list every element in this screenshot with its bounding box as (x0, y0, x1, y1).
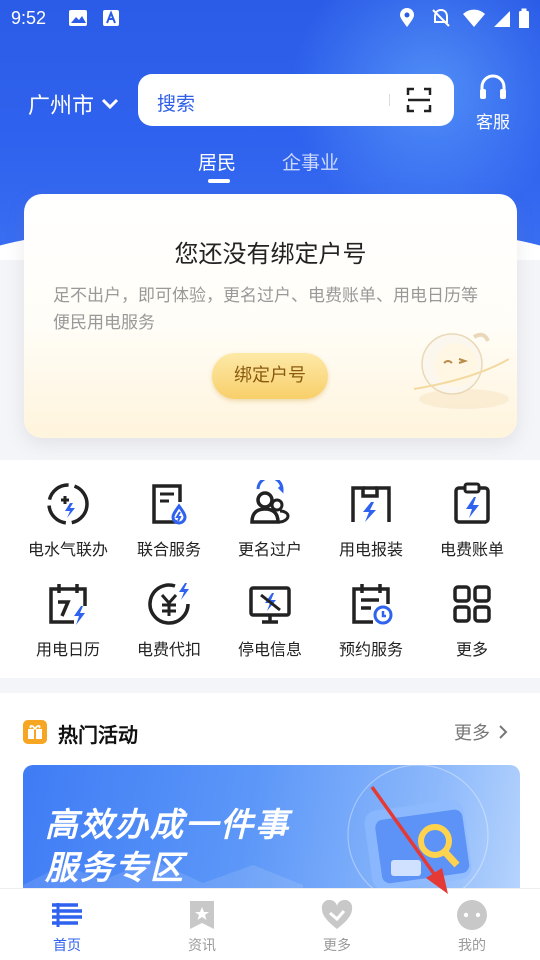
tab-label: 首页 (53, 938, 81, 954)
more-heart-icon (321, 899, 353, 929)
service-label: 联合服务 (136, 540, 201, 559)
section-title: 热门活动 (58, 723, 138, 747)
search-placeholder: 搜索 (157, 93, 196, 115)
see-more-link[interactable]: 更多 (454, 719, 508, 745)
status-bar: 9:52 (0, 0, 540, 36)
customer-service-button[interactable]: 客服 (474, 74, 512, 133)
customer-service-label: 客服 (476, 113, 510, 133)
bottom-tab-bar: 首页 资讯 更多 我的 (0, 888, 540, 960)
chevron-down-icon (101, 98, 119, 110)
service-outage-info[interactable]: 停电信息 (220, 580, 320, 660)
yuan-deduct-icon (148, 583, 190, 625)
service-label: 用电报装 (338, 540, 403, 559)
gift-icon (23, 720, 47, 744)
service-calendar[interactable]: 用电日历 (18, 580, 118, 660)
status-time: 9:52 (11, 8, 47, 28)
joint-service-icon (152, 484, 187, 525)
search-input[interactable]: 搜索 (138, 74, 454, 126)
activity-banner[interactable]: 高效办成一件事 服务专区 (23, 765, 520, 905)
tab-label: 更多 (323, 938, 351, 954)
active-tab-indicator (208, 179, 230, 183)
app-screen: 9:52 广州市 搜索 客服 居民 企事业 您还没有绑定户号 足不出户，即可体验… (0, 0, 540, 960)
water-gas-electric-icon (47, 483, 89, 525)
grid-more-icon (453, 585, 491, 623)
tab-label: 资讯 (188, 938, 216, 954)
service-joint[interactable]: 联合服务 (119, 480, 219, 560)
app-notification-icon (103, 10, 119, 26)
bind-account-button[interactable]: 绑定户号 (212, 353, 328, 399)
service-label: 电水气联办 (27, 540, 108, 559)
calendar-icon (49, 584, 87, 625)
service-label: 电费账单 (439, 540, 504, 559)
service-grid: 电水气联办 联合服务 更名过户 用电报装 电费账单 用电日历 电费代扣 停电信息… (0, 460, 540, 678)
service-power-install[interactable]: 用电报装 (321, 480, 421, 560)
profile-icon (457, 900, 487, 930)
bind-card-title: 您还没有绑定户号 (174, 240, 367, 268)
outage-monitor-icon (249, 586, 291, 624)
tab-news[interactable]: 资讯 (157, 889, 247, 955)
city-selector[interactable]: 广州市 (28, 88, 120, 120)
see-more-label: 更多 (454, 723, 490, 744)
service-auto-deduct[interactable]: 电费代扣 (119, 580, 219, 660)
service-water-gas-electric[interactable]: 电水气联办 (18, 480, 118, 560)
city-label: 广州市 (28, 94, 95, 119)
service-label: 更名过户 (237, 540, 302, 559)
scan-icon[interactable] (406, 87, 432, 113)
tab-profile[interactable]: 我的 (427, 889, 517, 955)
chevron-right-icon (499, 725, 508, 739)
service-more[interactable]: 更多 (422, 580, 522, 660)
appointment-icon (352, 584, 393, 625)
service-label: 停电信息 (237, 640, 302, 659)
banner-title-line1: 高效办成一件事 (45, 805, 290, 844)
location-icon (400, 8, 414, 27)
bind-account-card: 您还没有绑定户号 足不出户，即可体验，更名过户、电费账单、用电日历等便民用电服务… (24, 194, 517, 438)
home-icon (52, 903, 82, 927)
signal-icon (494, 11, 510, 27)
banner-title-line2: 服务专区 (45, 848, 185, 887)
tab-enterprise[interactable]: 企事业 (282, 148, 339, 175)
wifi-icon (463, 9, 485, 27)
user-type-tabs: 居民 企事业 (0, 148, 540, 183)
mascot-illustration (413, 332, 509, 409)
tab-resident[interactable]: 居民 (198, 148, 236, 175)
service-transfer[interactable]: 更名过户 (220, 480, 320, 560)
power-install-icon (351, 486, 391, 522)
headset-icon (480, 74, 506, 99)
service-label: 用电日历 (35, 640, 100, 659)
service-label: 更多 (455, 640, 488, 659)
image-notification-icon (69, 10, 87, 26)
tab-home[interactable]: 首页 (22, 889, 112, 955)
tab-label: 我的 (458, 938, 486, 954)
top-bar: 广州市 搜索 客服 (0, 74, 540, 133)
service-appointment[interactable]: 预约服务 (321, 580, 421, 660)
battery-icon (519, 8, 529, 28)
service-label: 电费代扣 (136, 640, 201, 659)
tab-more[interactable]: 更多 (292, 889, 382, 955)
transfer-users-icon (250, 480, 290, 524)
service-bill[interactable]: 电费账单 (422, 480, 522, 560)
mute-bell-icon (432, 8, 450, 27)
news-icon (190, 901, 214, 929)
bill-icon (454, 482, 490, 524)
service-label: 预约服务 (338, 640, 403, 659)
